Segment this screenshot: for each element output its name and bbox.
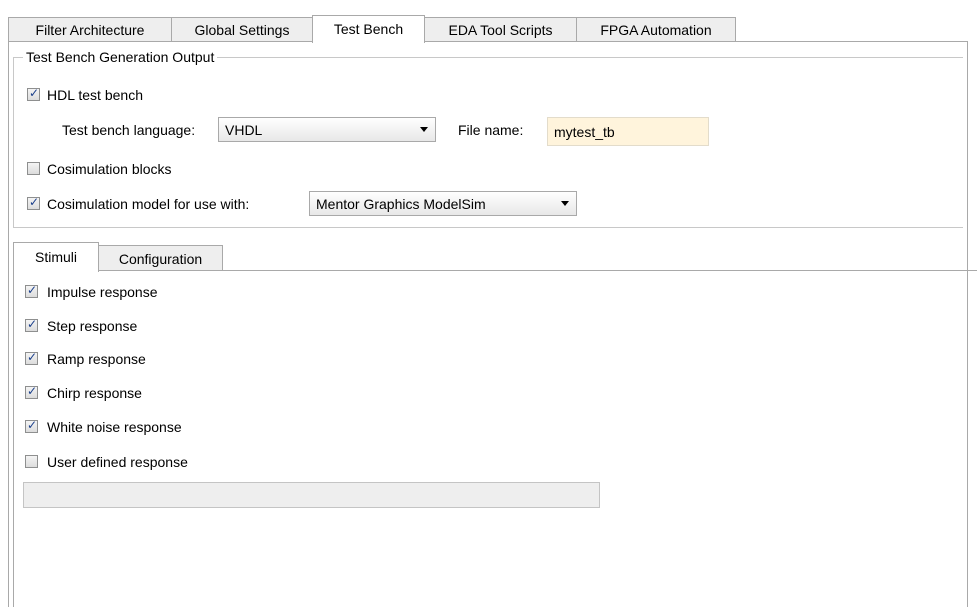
stimulus-label-chirp: Chirp response [47,385,142,401]
chevron-down-icon [420,127,428,132]
stimulus-label-ramp: Ramp response [47,351,146,367]
cosim-model-checkbox[interactable] [27,195,40,210]
cosim-blocks-checkbox[interactable] [27,162,40,175]
stimulus-checkbox-impulse[interactable] [25,283,38,298]
tab-eda-tool-scripts[interactable]: EDA Tool Scripts [424,17,577,41]
file-name-field[interactable]: mytest_tb [547,117,709,146]
cosim-tool-value: Mentor Graphics ModelSim [316,196,486,212]
tab-fpga-automation[interactable]: FPGA Automation [576,17,736,41]
stimulus-label-impulse: Impulse response [47,284,158,300]
stimulus-checkbox-white-noise[interactable] [25,418,38,433]
stimuli-panel [13,270,977,607]
language-value: VHDL [225,122,263,138]
language-dropdown[interactable]: VHDL [218,117,436,142]
tab-filter-architecture[interactable]: Filter Architecture [8,17,172,41]
hdl-test-bench-label: HDL test bench [47,87,143,103]
stimulus-checkbox-user-defined[interactable] [25,455,38,468]
stimulus-label-step: Step response [47,318,138,334]
cosim-blocks-label: Cosimulation blocks [47,161,172,177]
file-name-value: mytest_tb [554,124,615,140]
tab-configuration[interactable]: Configuration [98,245,223,271]
tab-test-bench[interactable]: Test Bench [312,15,425,43]
stimulus-checkbox-step[interactable] [25,317,38,332]
user-defined-response-field[interactable] [23,482,600,508]
stimulus-label-white-noise: White noise response [47,419,182,435]
cosim-tool-dropdown[interactable]: Mentor Graphics ModelSim [309,191,577,216]
stimulus-label-user-defined: User defined response [47,454,188,470]
chevron-down-icon [561,201,569,206]
stimulus-checkbox-chirp[interactable] [25,384,38,399]
output-group-title: Test Bench Generation Output [23,48,218,66]
language-label: Test bench language: [62,122,196,138]
stimulus-checkbox-ramp[interactable] [25,350,38,365]
file-name-label: File name: [458,122,524,138]
tab-global-settings[interactable]: Global Settings [171,17,313,41]
top-tab-bar: Filter Architecture Global Settings Test… [8,15,968,43]
tab-stimuli[interactable]: Stimuli [13,242,99,272]
cosim-model-label: Cosimulation model for use with: [47,196,250,212]
hdl-test-bench-checkbox[interactable] [27,86,40,101]
